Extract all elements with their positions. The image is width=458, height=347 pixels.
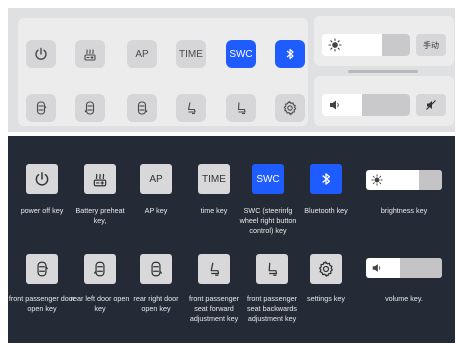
legend-swc-key: SWC	[252, 164, 284, 194]
brightness-mode-button[interactable]: 手动	[416, 34, 446, 56]
brightness-slider[interactable]	[322, 34, 410, 56]
legend-ap-key: AP	[140, 164, 172, 194]
mute-icon	[426, 100, 436, 110]
rear-left-door-button[interactable]	[75, 94, 105, 122]
power-icon	[35, 47, 47, 60]
car-door-icon	[37, 261, 49, 277]
legend-ap-label: AP key	[144, 206, 168, 215]
swc-button-label: SWC	[229, 48, 253, 60]
legend-rear-right-door-key	[140, 254, 172, 284]
volume-control	[314, 76, 454, 126]
seat-icon	[210, 262, 220, 276]
legend-battery-key	[84, 164, 116, 194]
legend-swc-text: SWC	[256, 173, 280, 185]
speaker-icon	[372, 264, 381, 272]
gear-icon	[283, 100, 297, 116]
legend-ap-text: AP	[149, 173, 163, 185]
settings-button[interactable]	[275, 94, 305, 122]
speaker-icon	[330, 100, 339, 110]
brightness-slider-track	[381, 34, 410, 56]
legend-front-passenger-door-key	[26, 254, 58, 284]
seat-icon	[268, 262, 278, 276]
power-button[interactable]	[26, 40, 56, 68]
legend-time-text: TIME	[202, 173, 226, 185]
time-button-label: TIME	[179, 48, 203, 60]
seat-backward-button[interactable]	[226, 94, 256, 122]
legend-volume-track	[400, 258, 442, 278]
battery-heat-icon	[93, 173, 107, 187]
battery-preheat-button[interactable]	[75, 40, 105, 68]
volume-slider-track	[361, 94, 410, 116]
swc-button[interactable]: SWC	[226, 40, 256, 68]
key-legend: AP TIME SWC power off key Battery prehea…	[8, 136, 455, 343]
brightness-mode-label: 手动	[423, 40, 439, 50]
legend-bluetooth-key	[310, 164, 342, 194]
seat-forward-button[interactable]	[176, 94, 206, 122]
panel-divider	[348, 70, 418, 73]
key-grid: AP TIME SWC	[18, 18, 308, 126]
legend-seat-forward-key	[198, 254, 230, 284]
legend-brightness-track	[419, 170, 442, 190]
legend-battery-label: Battery preheat key,	[75, 206, 125, 225]
legend-settings-key	[310, 254, 342, 284]
mute-button[interactable]	[416, 94, 446, 116]
legend-rear-right-door-label: rear right door open key	[133, 294, 179, 313]
bluetooth-icon	[322, 173, 331, 185]
legend-volume-label: volume key.	[385, 294, 423, 303]
battery-heat-icon	[84, 49, 96, 61]
sun-icon	[328, 38, 342, 52]
rear-right-door-button[interactable]	[127, 94, 157, 122]
legend-swc-label: SWC (steerinfg wheel right button contro…	[239, 206, 297, 235]
car-door-icon	[137, 101, 148, 115]
car-door-icon	[84, 101, 95, 115]
volume-slider[interactable]	[322, 94, 410, 116]
legend-brightness-slider	[366, 170, 442, 190]
legend-bluetooth-label: Bluetooth key	[304, 206, 348, 215]
seat-icon	[237, 102, 246, 115]
sun-icon	[371, 174, 383, 186]
seat-icon	[187, 102, 196, 115]
power-icon	[35, 172, 49, 186]
brightness-control: 手动	[314, 16, 454, 66]
legend-volume-slider	[366, 258, 442, 278]
legend-seat-backward-label: front passenger seat backwards adjustmen…	[247, 294, 297, 323]
car-door-icon	[36, 101, 47, 115]
front-passenger-door-button[interactable]	[26, 94, 56, 122]
bluetooth-button[interactable]	[275, 40, 305, 68]
car-door-icon	[151, 261, 163, 277]
legend-brightness-label: brightness key	[380, 206, 428, 215]
ap-button[interactable]: AP	[127, 40, 157, 68]
legend-power-key	[26, 164, 58, 194]
ap-button-label: AP	[135, 48, 149, 60]
car-door-icon	[93, 261, 105, 277]
gear-icon	[318, 260, 334, 278]
legend-front-passenger-door-label: front passenger door open key	[8, 294, 76, 313]
legend-seat-backward-key	[256, 254, 288, 284]
control-panel-preview: AP TIME SWC 手动	[8, 8, 455, 132]
time-button[interactable]: TIME	[176, 40, 206, 68]
bluetooth-icon	[286, 48, 294, 60]
legend-rear-left-door-key	[84, 254, 116, 284]
legend-power-label: power off key	[20, 206, 64, 215]
legend-settings-label: settings key	[307, 294, 345, 303]
legend-time-key: TIME	[198, 164, 230, 194]
legend-time-label: time key	[200, 206, 228, 215]
legend-rear-left-door-label: rear left door open key	[70, 294, 130, 313]
legend-seat-forward-label: front passenger seat forward adjustment …	[189, 294, 239, 323]
